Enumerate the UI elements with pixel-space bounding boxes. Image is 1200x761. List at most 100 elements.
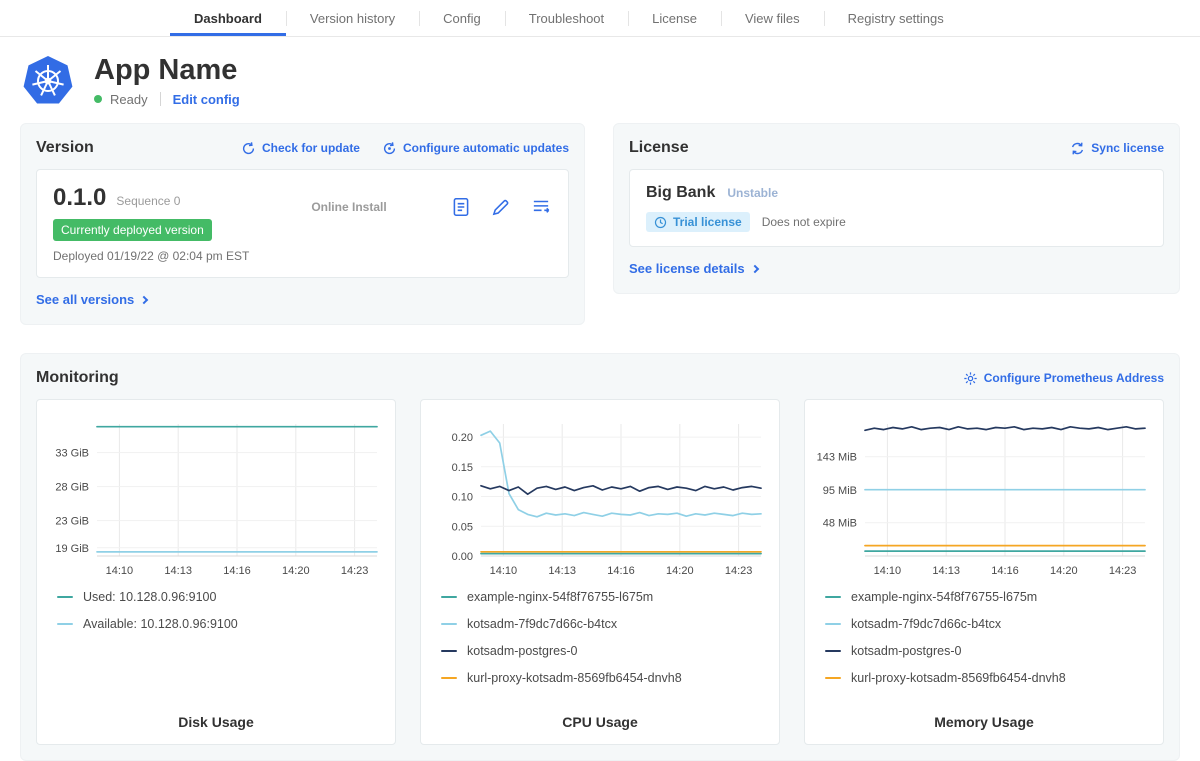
memory-usage-chart: 14:1014:1314:1614:2014:2348 MiB95 MiB143… xyxy=(815,414,1153,582)
svg-text:14:23: 14:23 xyxy=(725,565,753,577)
kubernetes-logo-icon xyxy=(22,55,74,107)
configure-auto-updates-link[interactable]: Configure automatic updates xyxy=(382,141,569,156)
svg-text:143 MiB: 143 MiB xyxy=(817,452,857,464)
monitoring-title: Monitoring xyxy=(36,369,119,387)
svg-text:0.00: 0.00 xyxy=(452,551,473,563)
svg-text:48 MiB: 48 MiB xyxy=(823,518,857,530)
svg-text:19 GiB: 19 GiB xyxy=(55,543,89,555)
svg-text:14:10: 14:10 xyxy=(490,565,518,577)
svg-text:95 MiB: 95 MiB xyxy=(823,485,857,497)
legend-color-dash xyxy=(825,596,841,599)
svg-text:0.10: 0.10 xyxy=(452,492,473,504)
main-content: Version Check for update xyxy=(0,111,1200,761)
legend-color-dash xyxy=(57,623,73,626)
svg-text:14:13: 14:13 xyxy=(548,565,576,577)
tab-dashboard[interactable]: Dashboard xyxy=(170,0,286,36)
legend-item: kotsadm-postgres-0 xyxy=(825,644,1153,658)
chart-legend: example-nginx-54f8f76755-l675m kotsadm-7f… xyxy=(815,590,1153,698)
chart-title: Disk Usage xyxy=(47,714,385,736)
edit-config-link[interactable]: Edit config xyxy=(173,92,240,107)
clock-icon xyxy=(654,216,667,229)
version-number: 0.1.0 xyxy=(53,184,106,212)
legend-color-dash xyxy=(57,596,73,599)
license-expiration: Does not expire xyxy=(762,215,846,229)
monitoring-card: Monitoring Configure Prometheus Address … xyxy=(20,353,1180,761)
refresh-icon xyxy=(241,141,256,156)
check-for-update-link[interactable]: Check for update xyxy=(241,141,360,156)
legend-item: Used: 10.128.0.96:9100 xyxy=(57,590,385,604)
chevron-right-icon xyxy=(750,265,758,273)
edit-config-icon[interactable] xyxy=(490,196,512,218)
legend-item: example-nginx-54f8f76755-l675m xyxy=(825,590,1153,604)
tab-troubleshoot[interactable]: Troubleshoot xyxy=(505,0,628,36)
svg-text:23 GiB: 23 GiB xyxy=(55,516,89,528)
see-license-details-link[interactable]: See license details xyxy=(629,261,758,276)
gear-icon xyxy=(963,371,978,386)
svg-text:14:13: 14:13 xyxy=(932,565,960,577)
svg-text:14:23: 14:23 xyxy=(341,565,369,577)
legend-color-dash xyxy=(825,650,841,653)
cpu-usage-chart: 14:1014:1314:1614:2014:230.000.050.100.1… xyxy=(431,414,769,582)
legend-item: kotsadm-7f9dc7d66c-b4tcx xyxy=(441,617,769,631)
chart-legend: example-nginx-54f8f76755-l675m kotsadm-7f… xyxy=(431,590,769,698)
legend-color-dash xyxy=(825,677,841,680)
tab-version-history[interactable]: Version history xyxy=(286,0,419,36)
chevron-right-icon xyxy=(140,296,148,304)
legend-color-dash xyxy=(441,596,457,599)
tab-config[interactable]: Config xyxy=(419,0,505,36)
license-name: Big Bank xyxy=(646,184,715,202)
tab-view-files[interactable]: View files xyxy=(721,0,824,36)
see-all-versions-link[interactable]: See all versions xyxy=(36,292,147,307)
cpu-usage-panel: 14:1014:1314:1614:2014:230.000.050.100.1… xyxy=(420,399,780,745)
configure-prometheus-link[interactable]: Configure Prometheus Address xyxy=(963,371,1164,386)
svg-text:14:16: 14:16 xyxy=(223,565,251,577)
license-card-title: License xyxy=(629,139,689,157)
release-notes-icon[interactable] xyxy=(450,196,472,218)
install-type-label: Online Install xyxy=(311,200,386,214)
svg-text:33 GiB: 33 GiB xyxy=(55,448,89,460)
legend-item: kurl-proxy-kotsadm-8569fb6454-dnvh8 xyxy=(825,671,1153,685)
chart-title: CPU Usage xyxy=(431,714,769,736)
legend-label: kotsadm-7f9dc7d66c-b4tcx xyxy=(851,617,1001,631)
legend-color-dash xyxy=(441,677,457,680)
sync-license-link[interactable]: Sync license xyxy=(1070,141,1164,156)
legend-label: kotsadm-postgres-0 xyxy=(851,644,961,658)
svg-text:14:13: 14:13 xyxy=(164,565,192,577)
app-status-row: Ready Edit config xyxy=(94,92,240,107)
app-title: App Name xyxy=(94,55,240,87)
deploy-logs-icon[interactable] xyxy=(530,196,552,218)
auto-update-icon xyxy=(382,141,397,156)
legend-label: Used: 10.128.0.96:9100 xyxy=(83,590,216,604)
legend-label: example-nginx-54f8f76755-l675m xyxy=(851,590,1037,604)
version-card-title: Version xyxy=(36,139,94,157)
tab-registry-settings[interactable]: Registry settings xyxy=(824,0,968,36)
svg-text:14:20: 14:20 xyxy=(1050,565,1078,577)
legend-color-dash xyxy=(825,623,841,626)
disk-usage-chart: 14:1014:1314:1614:2014:2319 GiB23 GiB28 … xyxy=(47,414,385,582)
license-card: License Sync license Big xyxy=(613,123,1180,294)
deployed-badge: Currently deployed version xyxy=(53,219,212,241)
legend-color-dash xyxy=(441,650,457,653)
trial-license-badge: Trial license xyxy=(646,212,750,232)
version-card: Version Check for update xyxy=(20,123,585,325)
tab-license[interactable]: License xyxy=(628,0,721,36)
license-channel: Unstable xyxy=(727,186,778,200)
svg-text:14:16: 14:16 xyxy=(607,565,635,577)
license-box: Big Bank Unstable Trial license Does not… xyxy=(629,169,1164,247)
legend-label: kotsadm-7f9dc7d66c-b4tcx xyxy=(467,617,617,631)
svg-text:0.20: 0.20 xyxy=(452,432,473,444)
svg-text:0.05: 0.05 xyxy=(452,521,473,533)
legend-item: kotsadm-7f9dc7d66c-b4tcx xyxy=(825,617,1153,631)
nav-tabs: DashboardVersion historyConfigTroublesho… xyxy=(170,0,968,36)
legend-item: kotsadm-postgres-0 xyxy=(441,644,769,658)
chart-title: Memory Usage xyxy=(815,714,1153,736)
legend-item: example-nginx-54f8f76755-l675m xyxy=(441,590,769,604)
svg-text:0.15: 0.15 xyxy=(452,462,473,474)
legend-label: kurl-proxy-kotsadm-8569fb6454-dnvh8 xyxy=(851,671,1066,685)
legend-item: Available: 10.128.0.96:9100 xyxy=(57,617,385,631)
deployed-timestamp: Deployed 01/19/22 @ 02:04 pm EST xyxy=(53,249,249,263)
app-header: App Name Ready Edit config xyxy=(0,37,1200,111)
legend-item: kurl-proxy-kotsadm-8569fb6454-dnvh8 xyxy=(441,671,769,685)
legend-label: Available: 10.128.0.96:9100 xyxy=(83,617,238,631)
status-dot xyxy=(94,95,102,103)
